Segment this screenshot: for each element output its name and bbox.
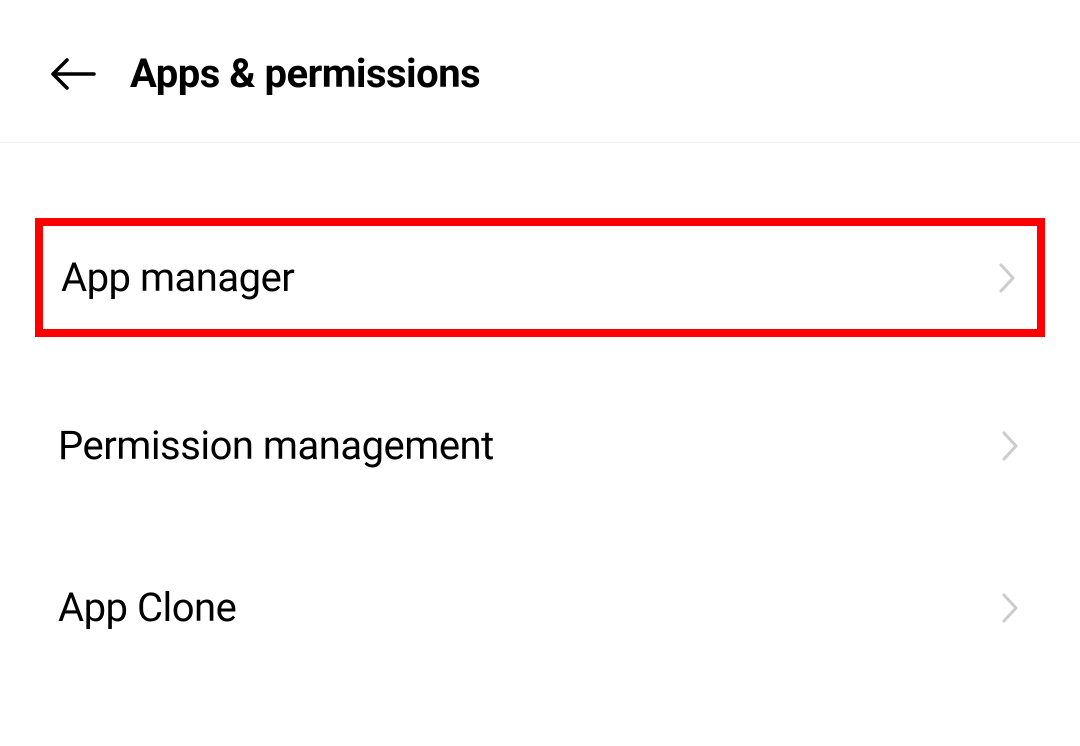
chevron-right-icon (998, 426, 1022, 466)
chevron-right-icon (995, 258, 1019, 298)
list-item-app-manager[interactable]: App manager (35, 218, 1045, 337)
back-button[interactable] (50, 54, 100, 94)
chevron-right-icon (998, 588, 1022, 628)
back-arrow-icon (50, 57, 96, 91)
settings-list: App manager Permission management App Cl… (0, 143, 1080, 666)
list-item-label: App Clone (58, 584, 236, 631)
list-item-permission-management[interactable]: Permission management (0, 387, 1080, 504)
header: Apps & permissions (0, 0, 1080, 143)
list-item-label: Permission management (58, 422, 494, 469)
page-title: Apps & permissions (130, 50, 480, 97)
list-item-app-clone[interactable]: App Clone (0, 549, 1080, 666)
list-item-label: App manager (61, 254, 294, 301)
